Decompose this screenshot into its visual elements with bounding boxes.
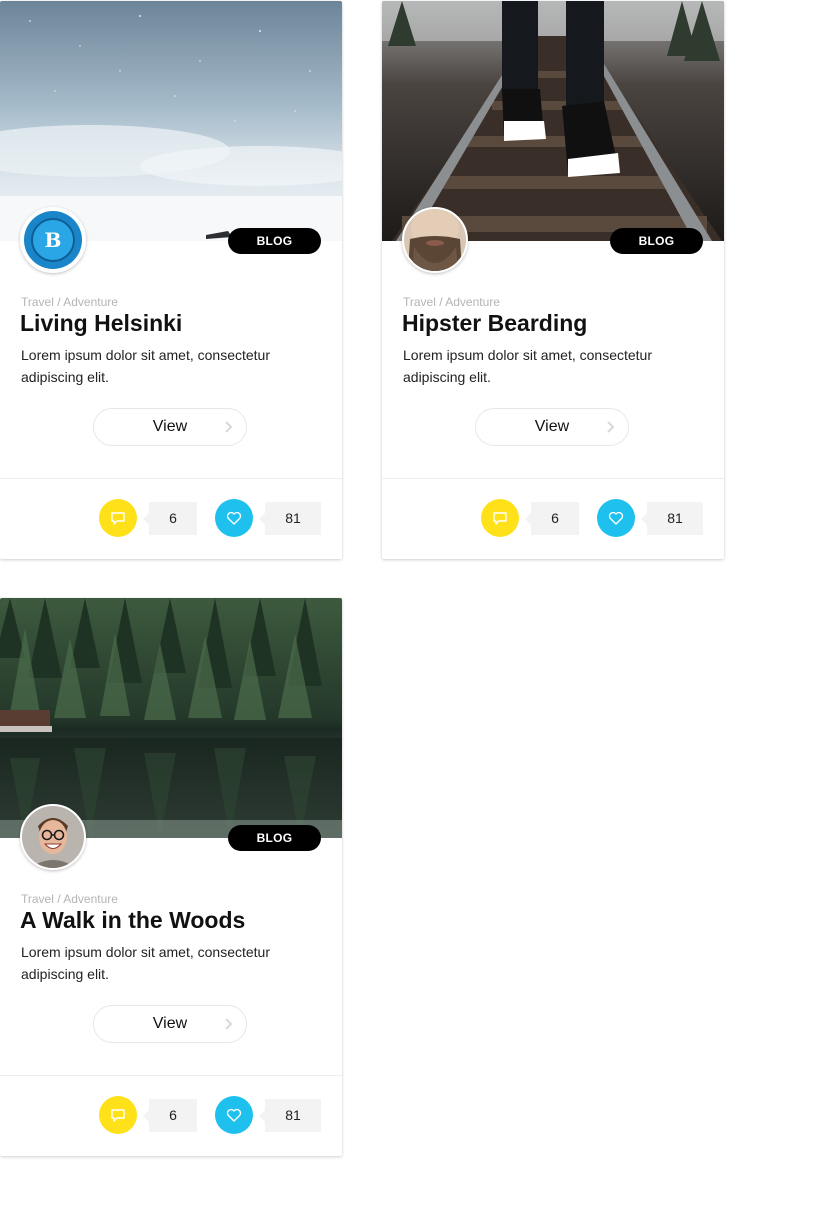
like-button[interactable] <box>597 499 635 537</box>
speech-bubble-icon <box>111 512 125 525</box>
comments-count: 6 <box>143 1099 197 1132</box>
chevron-right-icon <box>225 421 233 433</box>
author-avatar[interactable] <box>402 207 468 273</box>
card-grid: B BLOG Travel / Adventure Living Helsink… <box>0 0 821 1215</box>
card-divider <box>382 478 724 479</box>
card-divider <box>0 478 342 479</box>
blog-card: BLOG Travel / Adventure Hipster Bearding… <box>382 1 724 559</box>
category-badge[interactable]: BLOG <box>610 228 703 254</box>
heart-icon <box>608 511 624 525</box>
view-button[interactable]: View <box>93 1005 247 1043</box>
comments-button[interactable] <box>99 1096 137 1134</box>
likes-count: 81 <box>259 1099 321 1132</box>
blog-card: B BLOG Travel / Adventure Living Helsink… <box>0 1 342 559</box>
like-button[interactable] <box>215 1096 253 1134</box>
card-category[interactable]: Travel / Adventure <box>21 892 118 906</box>
chevron-right-icon <box>607 421 615 433</box>
card-image <box>0 1 342 241</box>
card-divider <box>0 1075 342 1076</box>
comments-count: 6 <box>525 502 579 535</box>
card-description: Lorem ipsum dolor sit amet, consectetur … <box>21 347 270 385</box>
chevron-right-icon <box>225 1018 233 1030</box>
speech-bubble-icon <box>111 1109 125 1122</box>
card-image <box>0 598 342 838</box>
card-image <box>382 1 724 241</box>
card-category[interactable]: Travel / Adventure <box>21 295 118 309</box>
blog-card: BLOG Travel / Adventure A Walk in the Wo… <box>0 598 342 1156</box>
comments-button[interactable] <box>99 499 137 537</box>
card-title: A Walk in the Woods <box>20 907 246 933</box>
svg-text:B: B <box>45 228 62 252</box>
comments-button[interactable] <box>481 499 519 537</box>
card-description: Lorem ipsum dolor sit amet, consectetur … <box>403 347 652 385</box>
view-button[interactable]: View <box>93 408 247 446</box>
speech-bubble-icon <box>493 512 507 525</box>
category-badge[interactable]: BLOG <box>228 228 321 254</box>
card-category[interactable]: Travel / Adventure <box>403 295 500 309</box>
view-button[interactable]: View <box>475 408 629 446</box>
card-description: Lorem ipsum dolor sit amet, consectetur … <box>21 944 270 982</box>
author-avatar[interactable]: B <box>20 207 86 273</box>
likes-count: 81 <box>641 502 703 535</box>
heart-icon <box>226 1108 242 1122</box>
like-button[interactable] <box>215 499 253 537</box>
card-title: Living Helsinki <box>20 310 183 336</box>
card-title: Hipster Bearding <box>402 310 588 336</box>
heart-icon <box>226 511 242 525</box>
comments-count: 6 <box>143 502 197 535</box>
likes-count: 81 <box>259 502 321 535</box>
category-badge[interactable]: BLOG <box>228 825 321 851</box>
author-avatar[interactable] <box>20 804 86 870</box>
